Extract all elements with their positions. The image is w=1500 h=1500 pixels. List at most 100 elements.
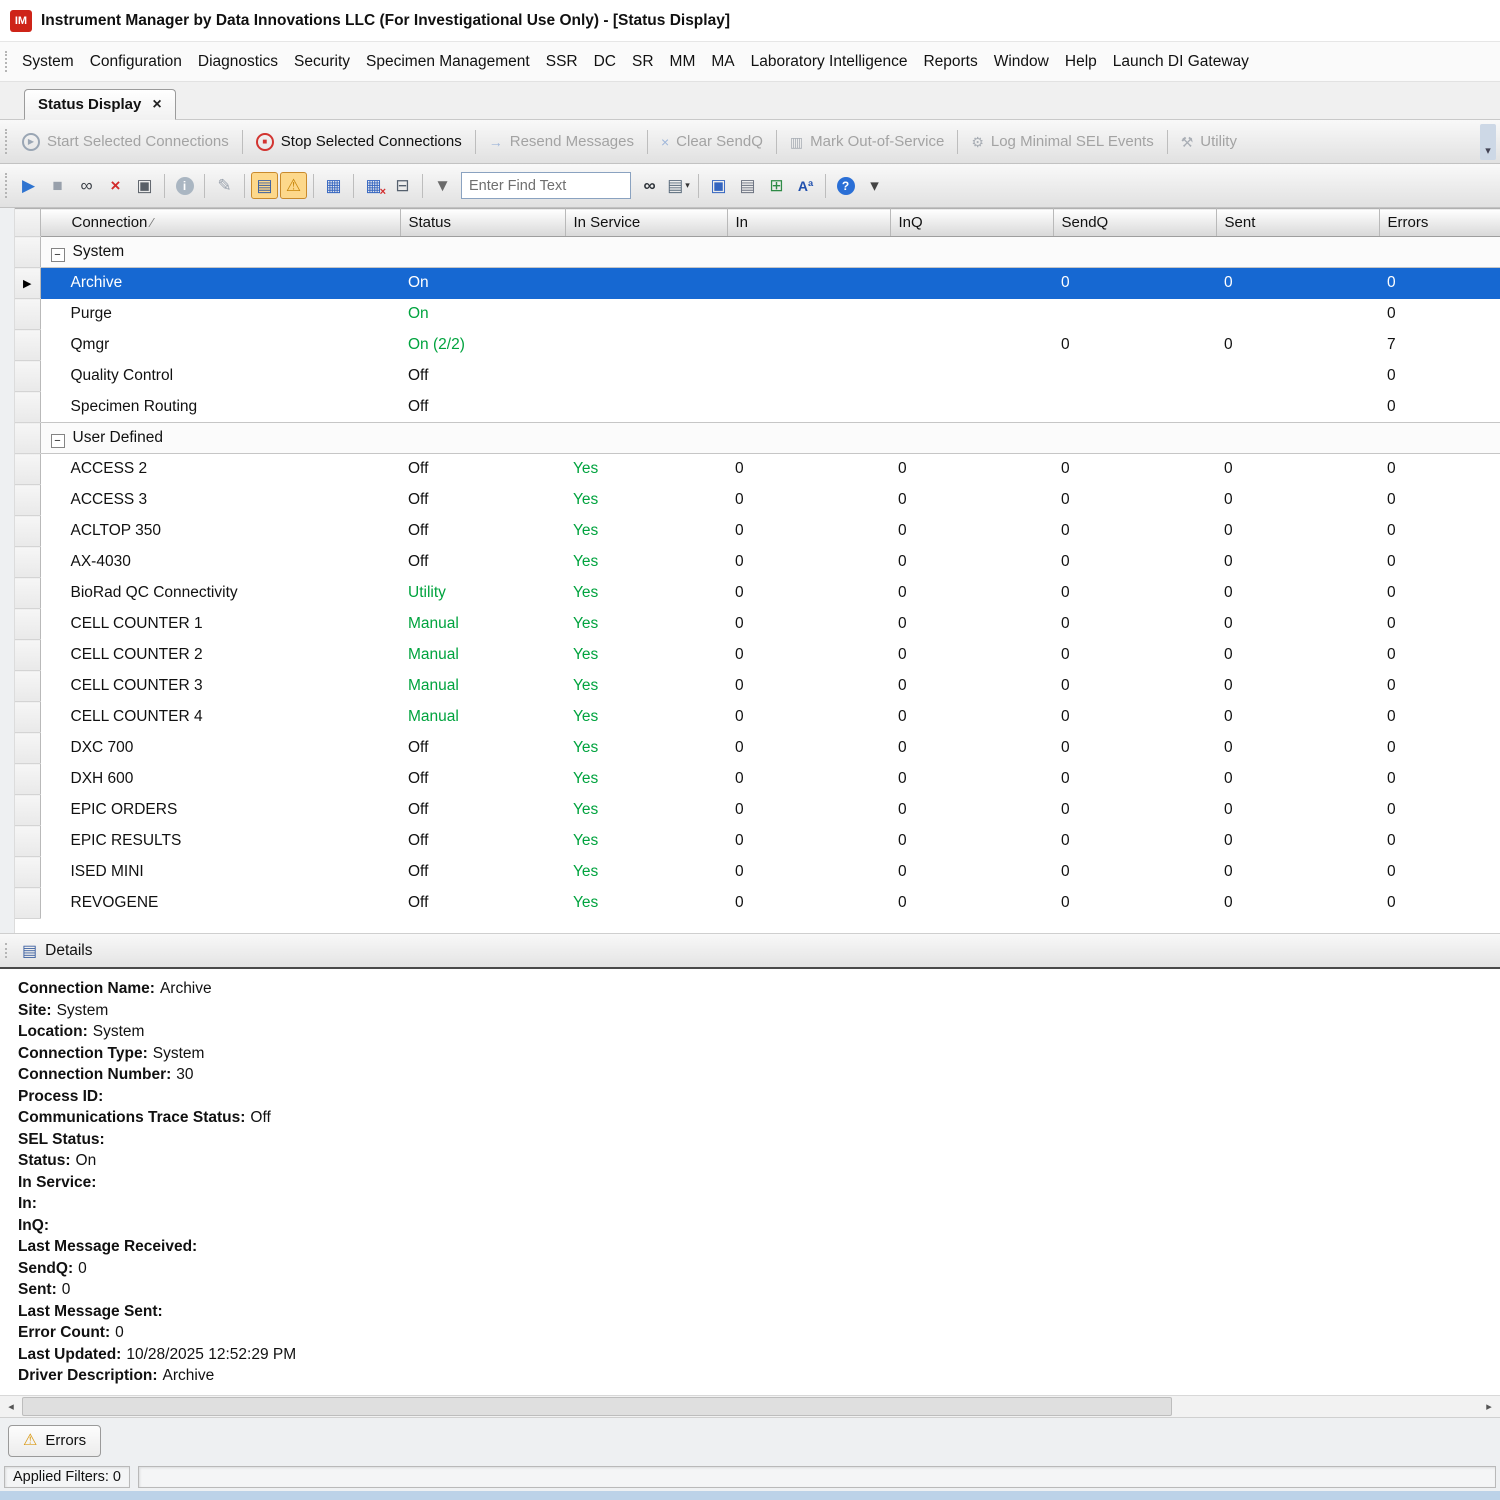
collapse-group-icon[interactable]: −: [51, 248, 65, 262]
menu-specimen-management[interactable]: Specimen Management: [358, 47, 538, 77]
menu-window[interactable]: Window: [986, 47, 1057, 77]
menu-help[interactable]: Help: [1057, 47, 1105, 77]
menu-reports[interactable]: Reports: [915, 47, 985, 77]
column-header-sent[interactable]: Sent: [1216, 209, 1379, 237]
menu-security[interactable]: Security: [286, 47, 358, 77]
group-header-cell[interactable]: −User Defined: [40, 423, 1500, 454]
icon-toolbar-overflow-icon[interactable]: ▾: [861, 172, 888, 199]
column-header-connection[interactable]: Connection ∕: [40, 209, 400, 237]
row-selector-cell[interactable]: [15, 516, 40, 547]
row-selector-cell[interactable]: ▶: [15, 268, 40, 299]
connection-row-cell-counter-1[interactable]: CELL COUNTER 1ManualYes00000: [15, 609, 1500, 640]
row-selector-cell[interactable]: [15, 361, 40, 392]
menu-ssr[interactable]: SSR: [538, 47, 586, 77]
details-toggle-icon[interactable]: ▤: [251, 172, 278, 199]
group-header-cell[interactable]: −System: [40, 237, 1500, 268]
start-selected-connections-button[interactable]: ▶Start Selected Connections: [14, 128, 237, 156]
row-selector-cell[interactable]: [15, 795, 40, 826]
collapse-group-icon[interactable]: −: [51, 434, 65, 448]
find-input[interactable]: [461, 172, 631, 199]
row-selector-cell[interactable]: [15, 857, 40, 888]
tab-close-icon[interactable]: ×: [152, 97, 161, 113]
scrollbar-thumb[interactable]: [22, 1397, 1172, 1416]
column-header-in-service[interactable]: In Service: [565, 209, 727, 237]
connection-row-revogene[interactable]: REVOGENEOffYes00000: [15, 888, 1500, 919]
connection-row-cell-counter-2[interactable]: CELL COUNTER 2ManualYes00000: [15, 640, 1500, 671]
connection-row-cell-counter-3[interactable]: CELL COUNTER 3ManualYes00000: [15, 671, 1500, 702]
row-selector-cell[interactable]: [15, 485, 40, 516]
print-icon[interactable]: ⊟: [389, 172, 416, 199]
report-icon[interactable]: ▤: [734, 172, 761, 199]
row-selector-cell[interactable]: [15, 299, 40, 330]
connection-row-epic-orders[interactable]: EPIC ORDERSOffYes00000: [15, 795, 1500, 826]
start-icon[interactable]: ▶: [15, 172, 42, 199]
resend-messages-button[interactable]: →Resend Messages: [481, 128, 642, 155]
menu-launch-di-gateway[interactable]: Launch DI Gateway: [1105, 47, 1257, 77]
column-header-sendq[interactable]: SendQ: [1053, 209, 1216, 237]
connection-row-qmgr[interactable]: QmgrOn (2/2)007: [15, 330, 1500, 361]
menu-laboratory-intelligence[interactable]: Laboratory Intelligence: [743, 47, 916, 77]
menu-diagnostics[interactable]: Diagnostics: [190, 47, 286, 77]
grid-view-icon[interactable]: ▦: [320, 172, 347, 199]
select-records-icon[interactable]: ▣: [131, 172, 158, 199]
connection-row-access-2[interactable]: ACCESS 2OffYes00000: [15, 454, 1500, 485]
column-header-status[interactable]: Status: [400, 209, 565, 237]
scroll-left-icon[interactable]: ◂: [0, 1396, 22, 1417]
tab-status-display[interactable]: Status Display ×: [24, 89, 176, 120]
scroll-right-icon[interactable]: ▸: [1478, 1396, 1500, 1417]
menu-system[interactable]: System: [14, 47, 82, 77]
row-selector-cell[interactable]: [15, 764, 40, 795]
properties-icon[interactable]: ✎: [211, 172, 238, 199]
column-header-in[interactable]: In: [727, 209, 890, 237]
export-display-icon[interactable]: ▣: [705, 172, 732, 199]
stop-icon[interactable]: ■: [44, 172, 71, 199]
stop-selected-connections-button[interactable]: ■Stop Selected Connections: [248, 128, 470, 156]
connection-row-access-3[interactable]: ACCESS 3OffYes00000: [15, 485, 1500, 516]
info-icon[interactable]: i: [171, 172, 198, 199]
find-options-icon[interactable]: ▤▾: [665, 172, 692, 199]
clear-sendq-button[interactable]: ×Clear SendQ: [653, 128, 771, 155]
connection-row-ised-mini[interactable]: ISED MINIOffYes00000: [15, 857, 1500, 888]
toolbar-overflow-icon[interactable]: ▾: [1480, 124, 1496, 160]
connection-row-dxh-600[interactable]: DXH 600OffYes00000: [15, 764, 1500, 795]
column-header-inq[interactable]: InQ: [890, 209, 1053, 237]
menu-ma[interactable]: MA: [703, 47, 742, 77]
row-selector-cell[interactable]: [15, 671, 40, 702]
export-data-icon[interactable]: ⊞: [763, 172, 790, 199]
row-selector-cell[interactable]: [15, 392, 40, 423]
connection-row-dxc-700[interactable]: DXC 700OffYes00000: [15, 733, 1500, 764]
connection-row-epic-results[interactable]: EPIC RESULTSOffYes00000: [15, 826, 1500, 857]
row-selector-cell[interactable]: [15, 330, 40, 361]
menu-sr[interactable]: SR: [624, 47, 662, 77]
connection-row-biorad-qc-connectivity[interactable]: BioRad QC ConnectivityUtilityYes00000: [15, 578, 1500, 609]
find-icon[interactable]: ∞: [636, 172, 663, 199]
filter-icon[interactable]: ▼: [429, 172, 456, 199]
row-selector-cell[interactable]: [15, 578, 40, 609]
errors-tab[interactable]: ⚠ Errors: [8, 1425, 101, 1457]
connection-row-ax-4030[interactable]: AX-4030OffYes00000: [15, 547, 1500, 578]
delete-messages-icon[interactable]: ×: [102, 172, 129, 199]
column-header-errors[interactable]: Errors: [1379, 209, 1500, 237]
connection-row-quality-control[interactable]: Quality ControlOff0: [15, 361, 1500, 392]
connection-row-specimen-routing[interactable]: Specimen RoutingOff0: [15, 392, 1500, 423]
row-selector-cell[interactable]: [15, 702, 40, 733]
menu-configuration[interactable]: Configuration: [82, 47, 190, 77]
row-selector-cell[interactable]: [15, 640, 40, 671]
row-selector-cell[interactable]: [15, 547, 40, 578]
remove-grid-icon[interactable]: ▦×: [360, 172, 387, 199]
help-icon[interactable]: ?: [832, 172, 859, 199]
menu-dc[interactable]: DC: [586, 47, 624, 77]
row-selector-cell[interactable]: [15, 237, 40, 268]
log-minimal-sel-events-button[interactable]: ⚙Log Minimal SEL Events: [963, 128, 1161, 155]
connection-row-cell-counter-4[interactable]: CELL COUNTER 4ManualYes00000: [15, 702, 1500, 733]
utility-button[interactable]: ⚒Utility: [1173, 128, 1245, 155]
row-selector-cell[interactable]: [15, 454, 40, 485]
row-selector-cell[interactable]: [15, 888, 40, 919]
errors-toggle-icon[interactable]: ⚠: [280, 172, 307, 199]
mark-out-of-service-button[interactable]: ▥Mark Out-of-Service: [782, 128, 952, 155]
connection-row-archive[interactable]: ▶ArchiveOn000: [15, 268, 1500, 299]
menu-mm[interactable]: MM: [662, 47, 704, 77]
connection-row-acltop-350[interactable]: ACLTOP 350OffYes00000: [15, 516, 1500, 547]
row-selector-cell[interactable]: [15, 826, 40, 857]
row-selector-cell[interactable]: [15, 609, 40, 640]
